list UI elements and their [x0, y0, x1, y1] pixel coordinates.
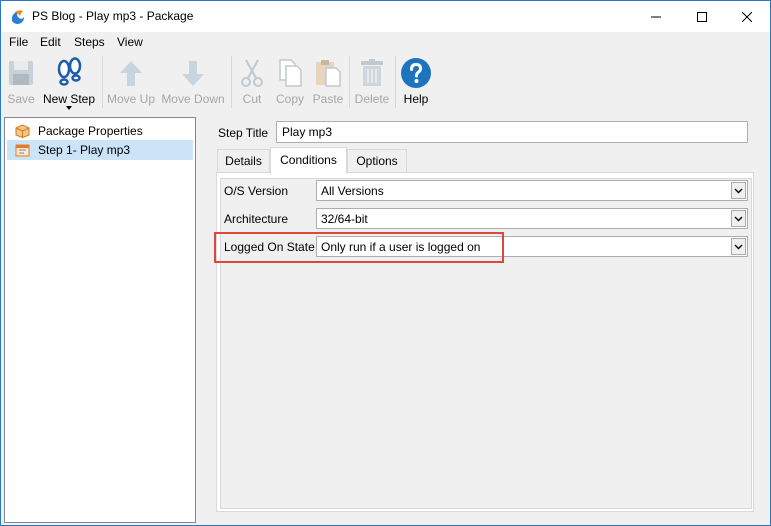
- tab-options[interactable]: Options: [347, 149, 407, 173]
- os-version-label: O/S Version: [224, 184, 289, 198]
- tab-conditions[interactable]: Conditions: [270, 147, 347, 174]
- menu-file[interactable]: File: [9, 35, 28, 49]
- save-label: Save: [7, 92, 35, 106]
- step-title-input[interactable]: Play mp3: [276, 121, 748, 143]
- title-bar: PS Blog - Play mp3 - Package: [1, 1, 770, 32]
- toolbar-separator: [102, 56, 103, 108]
- help-button[interactable]: Help: [399, 55, 433, 109]
- delete-label: Delete: [354, 92, 390, 106]
- toolbar-separator: [231, 56, 232, 108]
- paste-label: Paste: [312, 92, 344, 106]
- tree-item-label: Step 1- Play mp3: [38, 143, 131, 157]
- delete-button[interactable]: Delete: [353, 55, 391, 109]
- logged-on-state-dropdown-button[interactable]: [731, 238, 746, 255]
- menu-bar: File Edit Steps View: [1, 32, 770, 52]
- scissors-icon: [241, 59, 263, 87]
- help-icon: [401, 58, 431, 88]
- help-label: Help: [403, 92, 429, 106]
- arrow-down-icon: [182, 61, 204, 86]
- trash-icon: [361, 59, 383, 86]
- move-down-button[interactable]: Move Down: [160, 55, 226, 109]
- menu-view[interactable]: View: [117, 35, 143, 49]
- save-button[interactable]: Save: [3, 55, 39, 109]
- close-icon: [742, 11, 752, 22]
- tree-item-step-1[interactable]: Step 1- Play mp3: [7, 140, 193, 160]
- menu-steps[interactable]: Steps: [74, 35, 105, 49]
- save-icon: [9, 61, 33, 85]
- paste-button[interactable]: Paste: [310, 55, 346, 109]
- os-version-select[interactable]: All Versions: [316, 180, 748, 201]
- step-title-label: Step Title: [218, 126, 269, 140]
- chevron-down-icon: [734, 188, 743, 193]
- new-step-button[interactable]: New Step: [41, 55, 97, 110]
- minimize-icon: [651, 16, 661, 17]
- package-tree[interactable]: Package Properties Step 1- Play mp3: [4, 117, 196, 523]
- os-version-value: All Versions: [321, 184, 384, 198]
- move-down-label: Move Down: [161, 92, 225, 106]
- toolbar-separator: [349, 56, 350, 108]
- paste-icon: [316, 60, 341, 87]
- architecture-label: Architecture: [224, 212, 289, 226]
- cut-label: Cut: [242, 92, 262, 106]
- tree-item-package-properties[interactable]: Package Properties: [7, 121, 193, 141]
- copy-icon: [279, 59, 302, 87]
- highlight-box: [214, 232, 504, 263]
- footprints-icon: [57, 57, 82, 86]
- maximize-button[interactable]: [679, 1, 725, 32]
- new-step-label: New Step: [42, 92, 96, 106]
- package-window: PS Blog - Play mp3 - Package File Edit S…: [0, 0, 771, 526]
- cut-button[interactable]: Cut: [235, 55, 269, 109]
- toolbar: Save New Step Move Up Move Down Cut Copy…: [1, 52, 770, 112]
- app-icon: [11, 10, 24, 24]
- copy-button[interactable]: Copy: [271, 55, 309, 109]
- window-title: PS Blog - Play mp3 - Package: [32, 9, 194, 23]
- os-version-dropdown-button[interactable]: [731, 182, 746, 199]
- chevron-down-icon: [734, 216, 743, 221]
- maximize-icon: [697, 11, 707, 22]
- package-icon: [15, 124, 30, 138]
- dropdown-caret-icon[interactable]: [66, 106, 72, 110]
- step-title-value: Play mp3: [282, 125, 333, 139]
- architecture-dropdown-button[interactable]: [731, 210, 746, 227]
- step-icon: [15, 144, 30, 157]
- move-up-button[interactable]: Move Up: [105, 55, 157, 109]
- copy-label: Copy: [275, 92, 304, 106]
- arrow-up-icon: [120, 61, 142, 86]
- minimize-button[interactable]: [633, 1, 679, 32]
- tree-item-label: Package Properties: [38, 124, 143, 138]
- architecture-select[interactable]: 32/64-bit: [316, 208, 748, 229]
- move-up-label: Move Up: [106, 92, 156, 106]
- architecture-value: 32/64-bit: [321, 212, 368, 226]
- toolbar-separator: [395, 56, 396, 108]
- menu-edit[interactable]: Edit: [40, 35, 61, 49]
- chevron-down-icon: [734, 244, 743, 249]
- tab-details[interactable]: Details: [217, 149, 270, 173]
- close-button[interactable]: [724, 1, 770, 32]
